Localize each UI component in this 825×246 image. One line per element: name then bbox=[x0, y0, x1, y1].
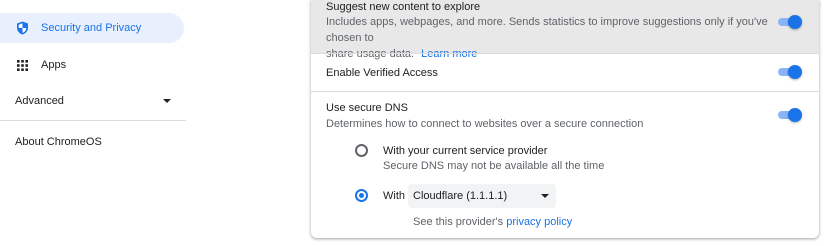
suggest-content-row: Suggest new content to explore Includes … bbox=[311, 0, 819, 60]
radio-custom-provider[interactable] bbox=[355, 189, 368, 202]
settings-card: Suggest new content to explore Includes … bbox=[311, 0, 819, 238]
toggle-knob bbox=[788, 108, 802, 122]
sidebar-item-apps[interactable]: Apps bbox=[0, 50, 184, 80]
toggle-knob bbox=[788, 65, 802, 79]
toggle-knob bbox=[788, 15, 802, 29]
suggest-content-title: Suggest new content to explore bbox=[326, 1, 481, 13]
current-provider-sublabel: Secure DNS may not be available all the … bbox=[383, 160, 605, 172]
apps-grid-icon bbox=[15, 58, 29, 72]
sidebar-item-label: Security and Privacy bbox=[41, 22, 142, 34]
custom-provider-label: With bbox=[383, 190, 405, 202]
dns-provider-selected-value: Cloudflare (1.1.1.1) bbox=[413, 190, 508, 202]
privacy-policy-link[interactable]: privacy policy bbox=[506, 216, 572, 228]
verified-access-row: Enable Verified Access bbox=[311, 54, 819, 91]
shield-icon bbox=[15, 21, 29, 35]
verified-access-title: Enable Verified Access bbox=[326, 67, 438, 79]
privacy-policy-prefix: See this provider's bbox=[413, 216, 504, 228]
sidebar-divider bbox=[0, 120, 186, 121]
secure-dns-row: Use secure DNS Determines how to connect… bbox=[311, 92, 819, 238]
current-provider-label: With your current service provider bbox=[383, 145, 548, 157]
sidebar-item-security-and-privacy[interactable]: Security and Privacy bbox=[0, 13, 184, 43]
secure-dns-title: Use secure DNS bbox=[326, 102, 408, 114]
sidebar-item-about-chromeos[interactable]: About ChromeOS bbox=[0, 127, 184, 157]
sidebar-advanced-label: Advanced bbox=[15, 95, 64, 107]
secure-dns-toggle[interactable] bbox=[777, 108, 802, 122]
sidebar-advanced-toggle[interactable]: Advanced bbox=[0, 86, 184, 116]
sidebar-item-label: Apps bbox=[41, 59, 67, 71]
privacy-policy-line: See this provider's privacy policy bbox=[413, 214, 572, 230]
suggest-content-description-line1: Includes apps, webpages, and more. Sends… bbox=[326, 16, 768, 44]
chevron-down-icon bbox=[163, 99, 171, 103]
dns-provider-select[interactable]: Cloudflare (1.1.1.1) bbox=[408, 184, 556, 208]
sidebar-item-label: About ChromeOS bbox=[15, 136, 102, 148]
radio-current-provider[interactable] bbox=[355, 144, 368, 157]
verified-access-toggle[interactable] bbox=[777, 65, 802, 79]
chevron-down-icon bbox=[541, 194, 549, 198]
suggest-content-toggle[interactable] bbox=[777, 15, 802, 29]
sidebar: Security and Privacy Apps Advanced About… bbox=[0, 0, 195, 246]
secure-dns-description: Determines how to connect to websites ov… bbox=[326, 118, 644, 130]
